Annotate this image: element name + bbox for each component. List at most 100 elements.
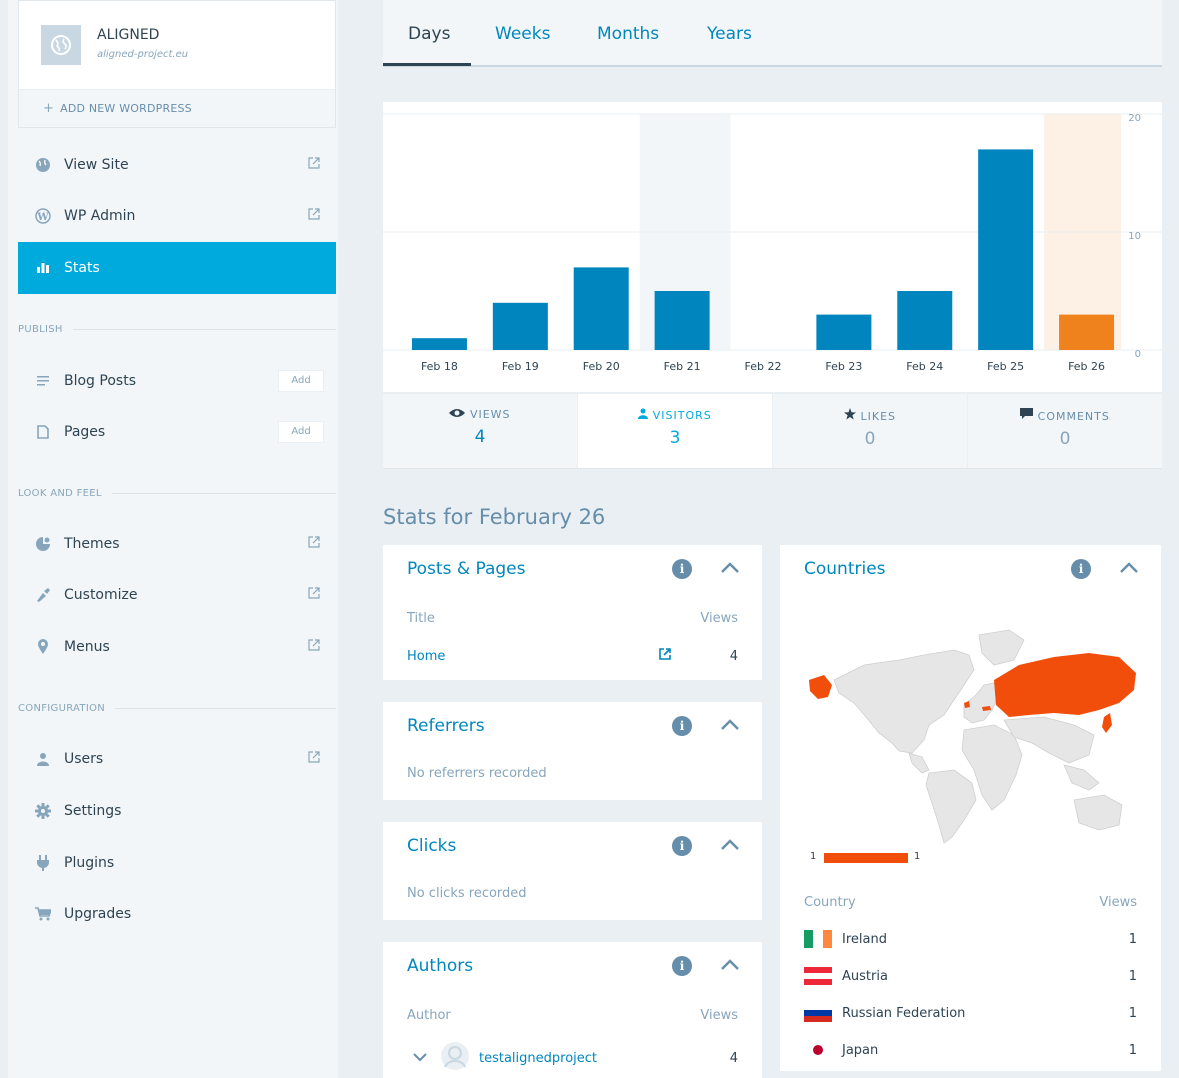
external-link-icon: [308, 639, 320, 655]
themes-icon: [32, 536, 54, 552]
chart-bar[interactable]: [654, 291, 710, 350]
summary-label: COMMENTS: [1037, 410, 1110, 423]
summary-value: 0: [1059, 429, 1071, 449]
chevron-up-icon[interactable]: [720, 956, 740, 975]
column-title: Title: [407, 611, 435, 626]
austria-flag-icon: [804, 967, 832, 985]
x-tick-label: Feb 25: [987, 360, 1024, 373]
legend-max: 1: [914, 851, 921, 862]
chart-bar[interactable]: [492, 302, 548, 350]
external-link-icon[interactable]: [658, 647, 672, 665]
external-link-icon: [308, 587, 320, 603]
sidebar-item-label: Menus: [64, 639, 110, 655]
sidebar-item-wp-admin[interactable]: W WP Admin: [18, 190, 336, 242]
chevron-up-icon[interactable]: [720, 836, 740, 855]
table-row[interactable]: testalignedproject 4: [407, 1042, 738, 1074]
sidebar-item-view-site[interactable]: View Site: [18, 139, 336, 191]
chevron-up-icon[interactable]: [720, 716, 740, 735]
author-link[interactable]: testalignedproject: [479, 1051, 730, 1066]
module-title[interactable]: Countries: [804, 559, 886, 579]
sidebar-item-menus[interactable]: Menus: [18, 621, 336, 673]
x-tick-label: Feb 26: [1068, 360, 1105, 373]
add-blog-post-button[interactable]: Add: [278, 370, 324, 392]
chevron-up-icon[interactable]: [1119, 559, 1139, 578]
central-america: [908, 752, 930, 774]
plug-icon: [32, 855, 54, 871]
chart-bar[interactable]: [1059, 314, 1115, 350]
module-title[interactable]: Posts & Pages: [407, 559, 526, 579]
add-new-wordpress-button[interactable]: + ADD NEW WORDPRESS: [19, 89, 335, 127]
summary-tab-likes[interactable]: LIKES 0: [773, 394, 968, 468]
info-icon[interactable]: i: [672, 716, 692, 736]
sidebar-item-blog-posts[interactable]: Blog Posts Add: [18, 355, 336, 407]
module-clicks: Clicks i No clicks recorded: [383, 822, 762, 920]
summary-tab-views[interactable]: VIEWS 4: [383, 394, 578, 468]
external-link-icon: [308, 751, 320, 767]
info-icon[interactable]: i: [672, 559, 692, 579]
chart-bar[interactable]: [978, 149, 1034, 350]
x-tick-label: Feb 20: [583, 360, 620, 373]
info-icon[interactable]: i: [672, 956, 692, 976]
summary-label: LIKES: [860, 410, 897, 423]
module-title[interactable]: Authors: [407, 956, 473, 976]
country-name: Ireland: [842, 931, 887, 947]
page-icon: [32, 425, 54, 439]
chevron-down-icon[interactable]: [413, 1051, 427, 1066]
country-row[interactable]: Japan 1: [804, 1039, 1137, 1061]
tab-months[interactable]: Months: [597, 24, 659, 44]
sidebar-item-stats[interactable]: Stats: [18, 242, 336, 294]
sidebar-item-pages[interactable]: Pages Add: [18, 406, 336, 458]
brush-icon: [32, 587, 54, 603]
region-highlight: [809, 675, 832, 699]
site-card[interactable]: ALIGNED aligned-project.eu + ADD NEW WORD…: [18, 0, 336, 128]
star-icon: [843, 408, 856, 423]
chart-bar[interactable]: [897, 291, 953, 350]
x-tick-label: Feb 23: [825, 360, 862, 373]
empty-message: No clicks recorded: [407, 886, 527, 901]
tab-years[interactable]: Years: [707, 24, 752, 44]
post-link[interactable]: Home: [407, 649, 658, 664]
posts-icon: [32, 376, 54, 386]
period-tabs: Days Weeks Months Years: [383, 0, 1162, 67]
sidebar-item-customize[interactable]: Customize: [18, 569, 336, 621]
sidebar-item-settings[interactable]: Settings: [18, 785, 336, 837]
location-pin-icon: [32, 639, 54, 655]
chevron-up-icon[interactable]: [720, 559, 740, 578]
module-title[interactable]: Clicks: [407, 836, 456, 856]
sidebar-item-users[interactable]: Users: [18, 733, 336, 785]
sidebar-item-upgrades[interactable]: Upgrades: [18, 888, 336, 940]
country-row[interactable]: Russian Federation 1: [804, 1002, 1137, 1024]
country-row[interactable]: Austria 1: [804, 965, 1137, 987]
australia: [1073, 794, 1123, 831]
module-title[interactable]: Referrers: [407, 716, 485, 736]
summary-tab-comments[interactable]: COMMENTS 0: [968, 394, 1162, 468]
external-link-icon: [308, 536, 320, 552]
external-link-icon: [308, 157, 320, 173]
ireland-flag-icon: [804, 930, 832, 948]
sidebar-item-themes[interactable]: Themes: [18, 518, 336, 570]
sidebar-item-label: Stats: [64, 260, 100, 276]
chart-bar[interactable]: [573, 267, 629, 350]
column-country: Country: [804, 895, 856, 910]
summary-tab-visitors[interactable]: VISITORS 3: [578, 394, 773, 468]
table-row[interactable]: Home 4: [407, 647, 738, 665]
country-row[interactable]: Ireland 1: [804, 928, 1137, 950]
country-views: 1: [1128, 1005, 1137, 1021]
stats-date-heading: Stats for February 26: [383, 505, 606, 529]
summary-value: 3: [669, 428, 681, 448]
add-page-button[interactable]: Add: [278, 421, 324, 443]
world-map[interactable]: [804, 625, 1144, 845]
y-tick-label: 20: [1128, 113, 1141, 124]
info-icon[interactable]: i: [1071, 559, 1091, 579]
tab-weeks[interactable]: Weeks: [495, 24, 550, 44]
tab-days[interactable]: Days: [408, 24, 450, 44]
chart-bar[interactable]: [411, 338, 467, 350]
country-name: Austria: [842, 968, 888, 984]
sidebar-item-plugins[interactable]: Plugins: [18, 837, 336, 889]
chart-bar[interactable]: [816, 314, 872, 350]
site-name: ALIGNED: [97, 27, 160, 43]
divider: [72, 329, 336, 330]
bar-chart-icon: [32, 263, 54, 273]
info-icon[interactable]: i: [672, 836, 692, 856]
user-icon: [638, 408, 649, 422]
